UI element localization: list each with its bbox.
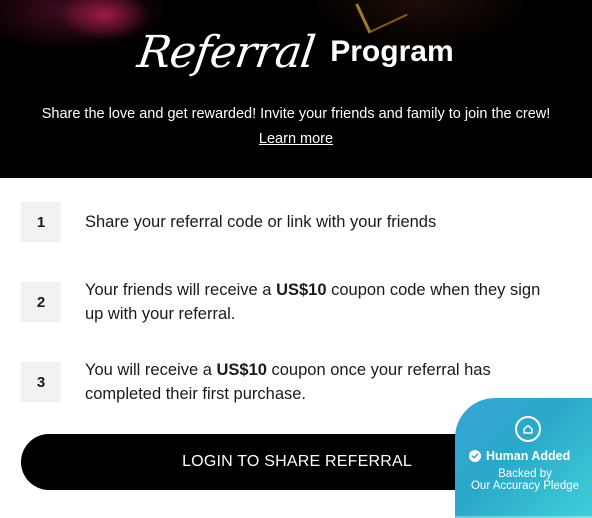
hero-banner: Referral Program Share the love and get … — [0, 0, 592, 178]
step-item: 1 Share your referral code or link with … — [21, 202, 561, 242]
step-number: 3 — [21, 362, 61, 402]
step-item: 3 You will receive a US$10 coupon once y… — [21, 358, 561, 406]
step-text-before: You will receive a — [85, 361, 217, 379]
step-text-before: Your friends will receive a — [85, 281, 277, 299]
human-added-badge[interactable]: Human Added Backed by Our Accuracy Pledg… — [455, 398, 592, 518]
step-text: Your friends will receive a US$10 coupon… — [85, 278, 561, 326]
badge-title: Human Added — [486, 449, 571, 463]
badge-title-row: Human Added — [469, 449, 570, 463]
learn-more-link[interactable]: Learn more — [0, 131, 592, 147]
home-icon — [515, 416, 541, 442]
hero-subtitle: Share the love and get rewarded! Invite … — [41, 106, 551, 122]
step-item: 2 Your friends will receive a US$10 coup… — [21, 278, 561, 326]
check-icon — [469, 450, 481, 462]
step-highlight: US$10 — [216, 361, 267, 379]
title-bold: Program — [330, 35, 454, 68]
badge-line1: Backed by — [498, 468, 552, 480]
step-highlight: US$10 — [276, 281, 327, 299]
step-number: 1 — [21, 202, 61, 242]
page-title: Referral Program — [0, 20, 592, 84]
step-text: Share your referral code or link with yo… — [85, 210, 436, 234]
step-text: You will receive a US$10 coupon once you… — [85, 358, 515, 406]
badge-line2: Our Accuracy Pledge — [470, 480, 580, 492]
step-number: 2 — [21, 282, 61, 322]
step-text-before: Share your referral code or link with yo… — [85, 213, 437, 231]
title-script: Referral — [134, 26, 318, 78]
